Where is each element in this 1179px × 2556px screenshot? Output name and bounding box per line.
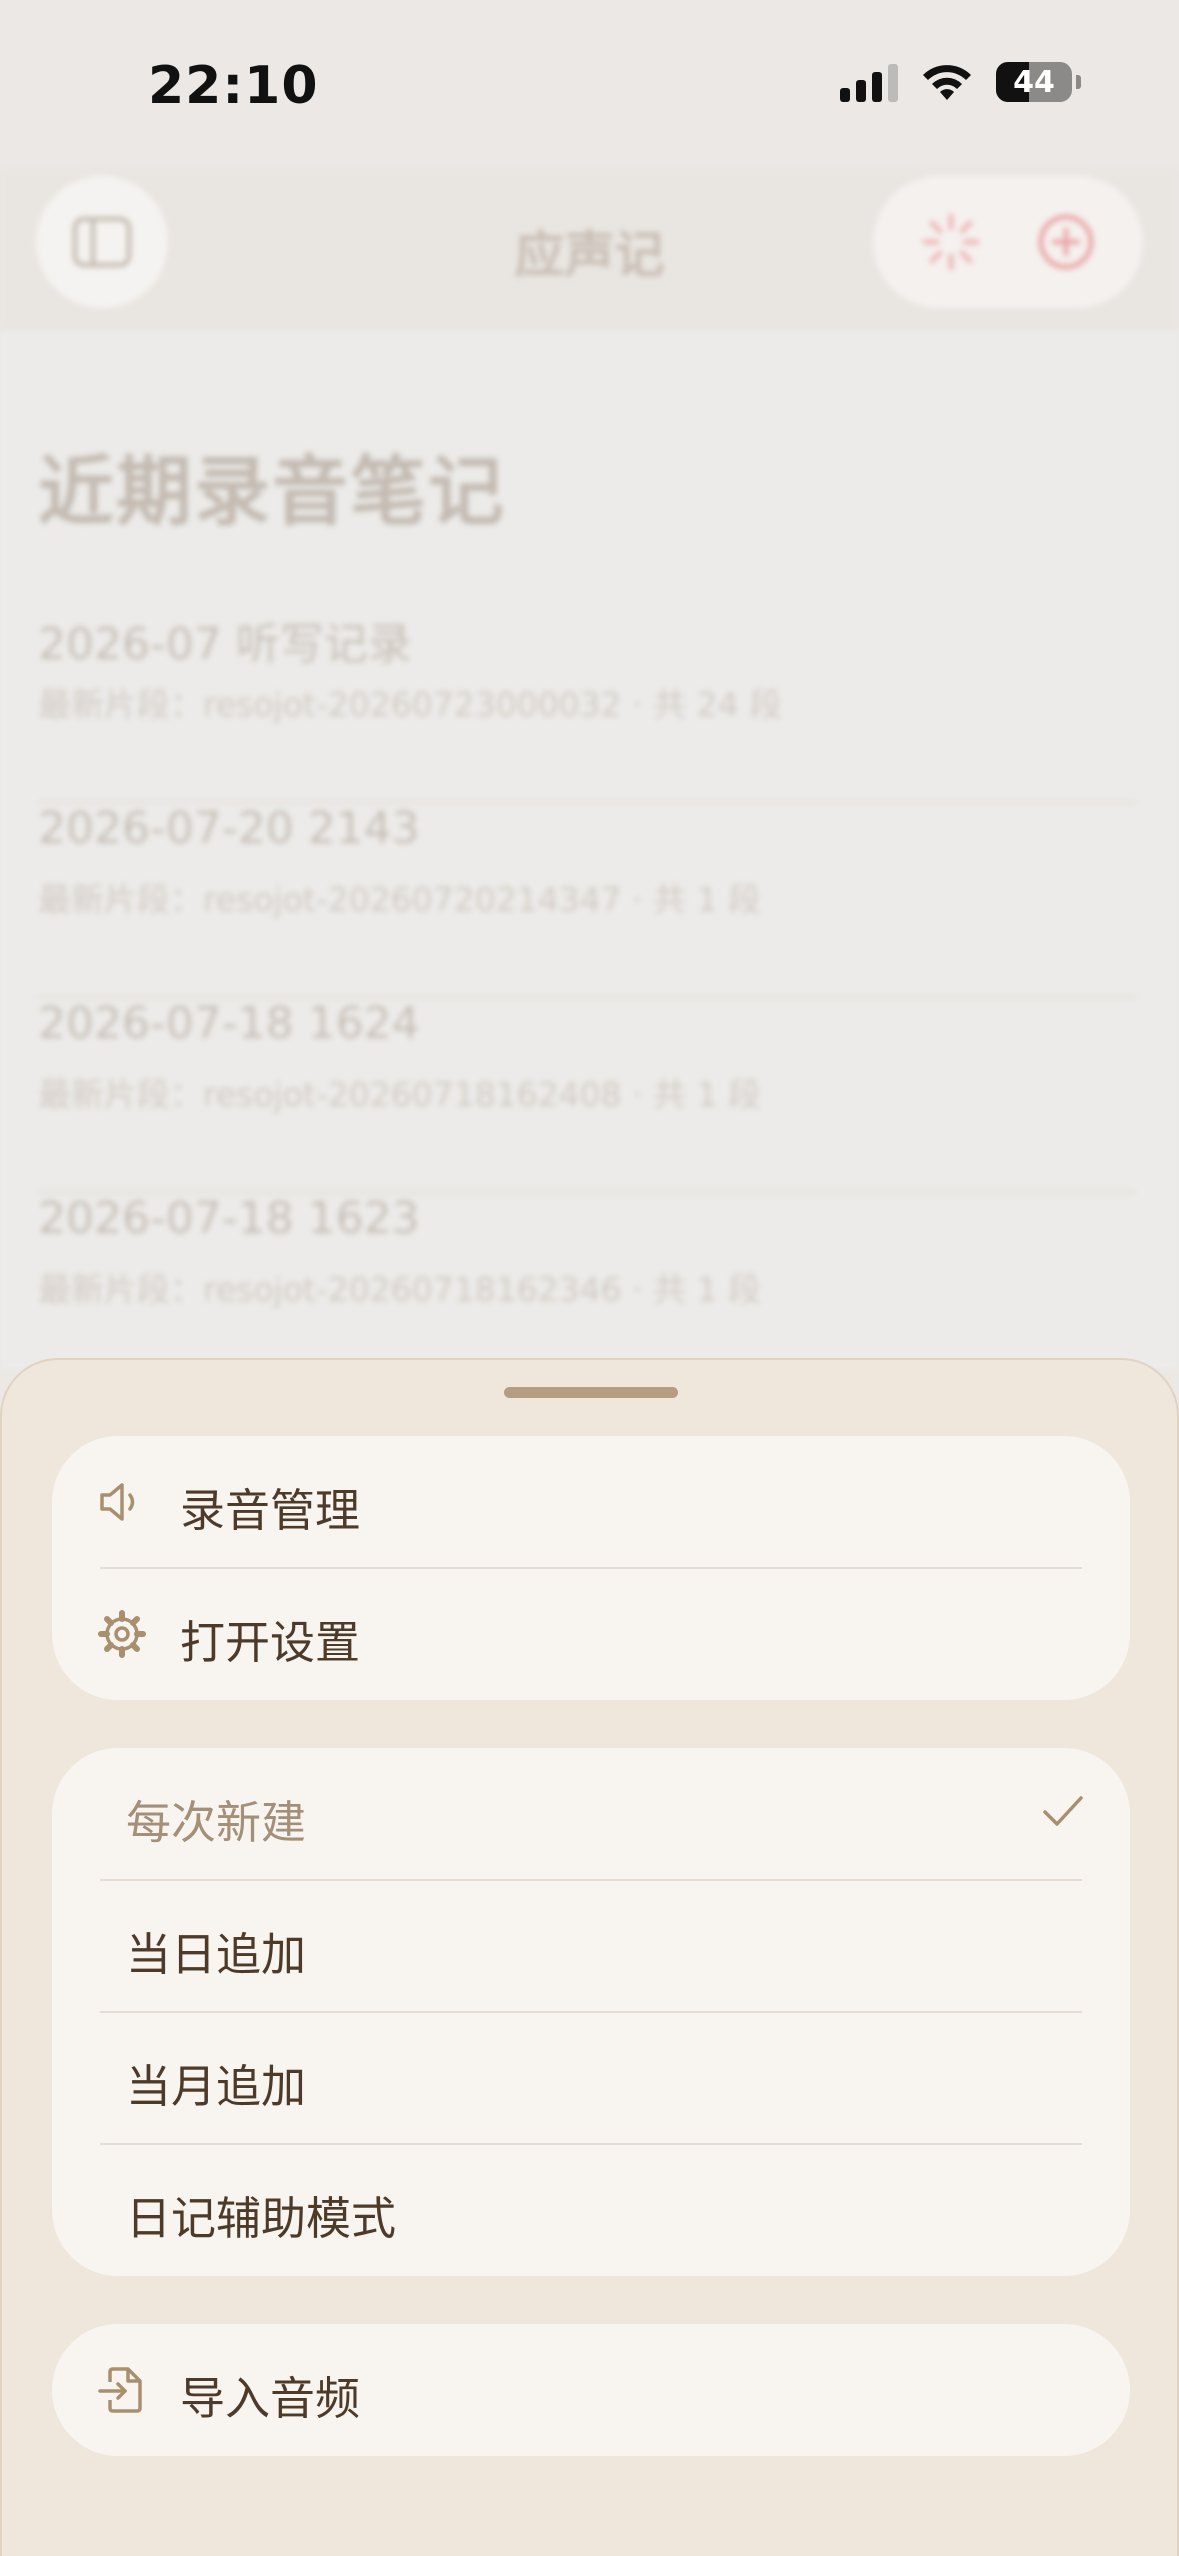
- mode-label: 当月追加: [126, 2060, 307, 2113]
- menu-item-label: 录音管理: [180, 1484, 361, 1537]
- import-file-icon: [98, 2367, 142, 2413]
- status-indicators: 44: [840, 62, 1081, 102]
- import-audio-button[interactable]: 导入音频: [52, 2324, 1130, 2456]
- note-title: 2026-07-18 1623: [38, 1193, 420, 1244]
- list-item[interactable]: 2026-07 听写记录 最新片段：resojot-20260723000032…: [38, 608, 1136, 803]
- mode-label: 当日追加: [126, 1928, 307, 1981]
- checkmark-icon: [1043, 1796, 1083, 1826]
- menu-item-label: 导入音频: [180, 2372, 361, 2425]
- note-title: 2026-07-18 1624: [38, 998, 420, 1049]
- action-sheet: 录音管理 打开设置 每次新建 当日追加 当月追加 日记辅助模式 导入音频: [0, 1358, 1179, 2556]
- mode-option-append-monthly[interactable]: 当月追加: [52, 2012, 1130, 2144]
- note-subtitle: 最新片段：resojot-20260720214347 · 共 1 段: [38, 880, 762, 919]
- open-settings-button[interactable]: 打开设置: [52, 1568, 1130, 1700]
- note-title: 2026-07-20 2143: [38, 803, 420, 854]
- mode-option-append-daily[interactable]: 当日追加: [52, 1880, 1130, 2012]
- section-title: 近期录音笔记: [38, 447, 506, 536]
- menu-item-label: 打开设置: [180, 1616, 361, 1669]
- recording-management-button[interactable]: 录音管理: [52, 1436, 1130, 1568]
- note-subtitle: 最新片段：resojot-20260718162346 · 共 1 段: [38, 1270, 762, 1309]
- sheet-grabber[interactable]: [504, 1387, 678, 1398]
- battery-icon: 44: [996, 62, 1081, 102]
- mode-label: 每次新建: [126, 1796, 307, 1849]
- menu-group-modes: 每次新建 当日追加 当月追加 日记辅助模式: [52, 1748, 1130, 2276]
- menu-group-import: 导入音频: [52, 2324, 1130, 2456]
- list-item[interactable]: 2026-07-18 1624 最新片段：resojot-20260718162…: [38, 998, 1136, 1193]
- wifi-icon: [923, 65, 971, 100]
- status-bar: 22:10 44: [0, 0, 1179, 170]
- note-subtitle: 最新片段：resojot-20260718162408 · 共 1 段: [38, 1075, 762, 1114]
- speaker-icon: [100, 1483, 135, 1521]
- status-time: 22:10: [148, 56, 319, 116]
- list-item[interactable]: 2026-07-20 2143 最新片段：resojot-20260720214…: [38, 803, 1136, 998]
- nav-actions: [873, 176, 1143, 308]
- cellular-signal-icon: [840, 62, 898, 102]
- mode-option-diary-assist[interactable]: 日记辅助模式: [52, 2144, 1130, 2276]
- add-note-icon[interactable]: [1036, 212, 1096, 272]
- nav-bar: 应声记: [0, 170, 1179, 330]
- note-subtitle: 最新片段：resojot-20260723000032 · 共 24 段: [38, 685, 783, 724]
- mode-label: 日记辅助模式: [126, 2192, 397, 2245]
- gear-icon: [98, 1610, 146, 1658]
- loading-spinner-icon[interactable]: [921, 212, 981, 272]
- menu-group-actions: 录音管理 打开设置: [52, 1436, 1130, 1700]
- note-title: 2026-07 听写记录: [38, 619, 412, 670]
- mode-option-new-each-time[interactable]: 每次新建: [52, 1748, 1130, 1880]
- battery-percentage: 44: [1013, 64, 1055, 100]
- recent-notes-list: 近期录音笔记 2026-07 听写记录 最新片段：resojot-2026072…: [0, 330, 1179, 1388]
